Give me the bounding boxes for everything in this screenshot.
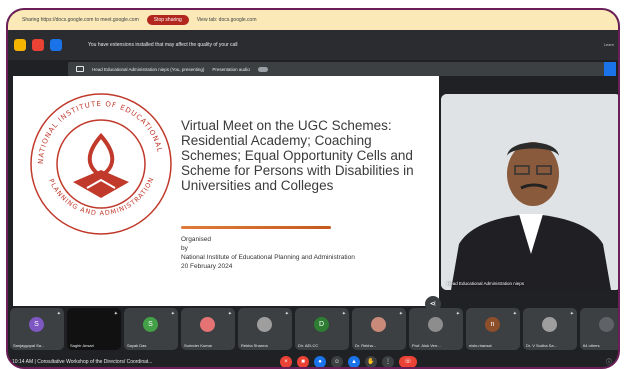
participant-strip: ✦ S Sanjaygopal Sa... ✦ Saghir Ansari ✦ S Sayak… [10,308,618,352]
participant-avatar [542,317,557,332]
participant-avatar: S [143,317,158,332]
organiser-name: National Institute of Educational Planni… [181,254,355,261]
mic-off-icon[interactable]: × [280,356,292,367]
participant-tile[interactable]: ✦ Prof. Alok Verr... [409,308,463,350]
participant-tile[interactable]: ✦64 others [580,308,618,350]
participant-tile[interactable]: ✦ D Dir. AELCC [295,308,349,350]
presentation-audio-label: Presentation audio [212,66,250,72]
call-controls: × ■ ● ☺ ▲ ✋ ⋮ ☏ [280,356,417,367]
info-icon[interactable]: ⓘ [606,357,612,366]
chat-icon[interactable] [50,39,62,51]
participant-name: Surinder Kumar [184,343,213,348]
emoji-icon[interactable]: ☺ [331,356,343,367]
participant-name: Dr. V Sudha Sa... [526,343,557,348]
participant-avatar [599,317,614,332]
mic-muted-icon: ✦ [113,311,118,317]
participant-tile[interactable]: ✦ Saghir Ansari [67,308,121,350]
extension-warning-bar: You have extensions installed that may a… [8,30,618,60]
extension-warning-text: You have extensions installed that may a… [88,42,238,48]
meeting-info: 10:14 AM | Consultative Workshop of the … [12,359,153,365]
participant-name: nishu bansal [469,343,492,348]
record-icon[interactable] [32,39,44,51]
mic-muted-icon: ✦ [341,311,346,317]
participant-name: Sanjaygopal Sa... [13,343,45,348]
camera-off-icon[interactable]: ■ [297,356,309,367]
presentation-audio-toggle[interactable] [257,66,268,72]
participant-name: Saghir Ansari [70,343,94,348]
slide-organiser-block: Organised by National Institute of Educa… [181,236,411,272]
participant-avatar: D [314,317,329,332]
participant-avatar [200,317,215,332]
captions-icon[interactable]: ● [314,356,326,367]
screen-share-bar: Sharing https://docs.google.com to meet.… [8,10,618,30]
participant-name: Dr. Rekha... [355,343,377,348]
learn-more-link[interactable]: Learn [604,42,614,47]
participant-avatar: S [29,317,44,332]
speaker-video[interactable]: Head Educational Administration nieps [441,94,618,290]
participant-tile[interactable]: ✦ Rekha Sharma [238,308,292,350]
participant-avatar [257,317,272,332]
speaker-silhouette-icon [441,94,618,290]
title-underline [181,226,331,229]
speaker-name-label: Head Educational Administration nieps [447,281,525,286]
participant-tile[interactable]: ✦ S Sayak Das [124,308,178,350]
organised-text: Organised [181,236,211,243]
participant-name: Sayak Das [127,343,147,348]
by-text: by [181,245,188,252]
more-options-icon[interactable]: ⋮ [382,356,394,367]
participant-tile[interactable]: ✦ Dr. V Sudha Sa... [523,308,577,350]
participant-tile[interactable]: ✦ S Sanjaygopal Sa... [10,308,64,350]
participant-name: Dir. AELCC [298,343,319,348]
presenting-text: Head Educational Administration nieps (Y… [92,66,205,72]
presenting-indicator [604,62,616,76]
meeting-control-bar: 10:14 AM | Consultative Workshop of the … [8,353,618,367]
present-now-icon[interactable]: ▲ [348,356,360,367]
app-icons [14,39,62,51]
raise-hand-icon[interactable]: ✋ [365,356,377,367]
participant-tile[interactable]: ✦ Dr. Rekha... [352,308,406,350]
mic-muted-icon: ✦ [512,311,517,317]
participant-tile[interactable]: ✦ Surinder Kumar [181,308,235,350]
sharing-text: Sharing https://docs.google.com to meet.… [22,17,139,23]
event-date: 20 February 2024 [181,263,233,270]
meet-window: Sharing https://docs.google.com to meet.… [6,8,620,369]
slide-title: Virtual Meet on the UGC Schemes: Residen… [181,118,414,193]
leave-call-button[interactable]: ☏ [399,356,417,367]
mic-muted-icon: ✦ [569,311,574,317]
mic-muted-icon: ✦ [56,311,61,317]
mic-muted-icon: ✦ [398,311,403,317]
mic-muted-icon: ✦ [227,311,232,317]
present-screen-icon [76,66,84,72]
participant-name: Prof. Alok Verr... [412,343,441,348]
mic-muted-icon: ✦ [455,311,460,317]
presenting-bar: Head Educational Administration nieps (Y… [68,62,616,76]
participant-tile[interactable]: ✦ n nishu bansal [466,308,520,350]
stop-sharing-button[interactable]: Stop sharing [146,15,189,25]
participant-name: 64 others [583,343,600,348]
participant-avatar: n [485,317,500,332]
niepa-logo-icon: NATIONAL INSTITUTE OF EDUCATIONAL PLANNI… [30,93,172,235]
folder-icon[interactable] [14,39,26,51]
mic-muted-icon: ✦ [170,311,175,317]
participant-avatar [371,317,386,332]
mic-muted-icon: ✦ [284,311,289,317]
participant-avatar [428,317,443,332]
view-tab-link[interactable]: View tab: docs.google.com [197,17,257,23]
participant-name: Rekha Sharma [241,343,268,348]
shared-slide: NATIONAL INSTITUTE OF EDUCATIONAL PLANNI… [13,76,441,312]
